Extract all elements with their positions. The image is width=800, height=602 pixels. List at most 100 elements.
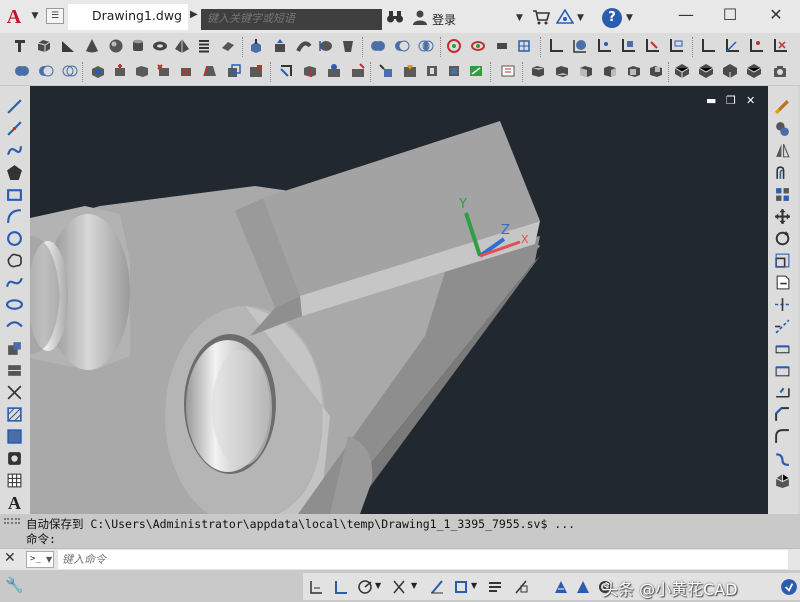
- file-tab-drawing1[interactable]: Drawing1.dwg: [68, 4, 188, 30]
- table-icon[interactable]: [6, 472, 23, 489]
- stretch-icon[interactable]: [774, 274, 791, 291]
- spline-icon[interactable]: [6, 274, 23, 291]
- intersect-small-icon[interactable]: [62, 63, 78, 79]
- extend-icon[interactable]: [774, 318, 791, 335]
- quick-access-customize-icon[interactable]: ☰: [46, 8, 64, 24]
- move-icon[interactable]: [774, 208, 791, 225]
- left-view-icon[interactable]: [578, 63, 594, 79]
- command-window-grip[interactable]: [4, 518, 20, 524]
- help-icon[interactable]: ?: [602, 8, 622, 28]
- break-at-point-icon[interactable]: [774, 340, 791, 357]
- copy-faces-icon[interactable]: [226, 63, 242, 79]
- revolve-icon[interactable]: [318, 38, 334, 54]
- box-icon[interactable]: [36, 38, 52, 54]
- connect-dropdown-icon[interactable]: ▼: [577, 9, 584, 27]
- user-icon[interactable]: [412, 9, 428, 30]
- isodraft-dropdown-icon[interactable]: ▼: [411, 581, 417, 590]
- imprint-icon[interactable]: [326, 63, 342, 79]
- scale-icon[interactable]: [774, 252, 791, 269]
- cylinder-icon[interactable]: [130, 38, 146, 54]
- sphere-icon[interactable]: [108, 38, 124, 54]
- arc-icon[interactable]: [6, 208, 23, 225]
- loft-icon[interactable]: [340, 38, 356, 54]
- osnap-dropdown-icon[interactable]: ▼: [471, 581, 477, 590]
- thicken-icon[interactable]: [494, 38, 510, 54]
- ucs-origin-icon[interactable]: [700, 38, 716, 54]
- region-icon[interactable]: [6, 450, 23, 467]
- annotation-visibility-icon[interactable]: [575, 579, 591, 595]
- interfere-icon[interactable]: [446, 38, 462, 54]
- ucs-world-icon[interactable]: [572, 38, 588, 54]
- revision-cloud-icon[interactable]: [6, 252, 23, 269]
- polyline-icon[interactable]: [6, 142, 23, 159]
- check-icon[interactable]: [424, 63, 440, 79]
- binoculars-icon[interactable]: [386, 9, 404, 30]
- login-dropdown-icon[interactable]: ▼: [516, 9, 523, 27]
- ucs-previous-icon[interactable]: [596, 38, 612, 54]
- offset-icon[interactable]: [774, 164, 791, 181]
- window-minimize-button[interactable]: —: [666, 4, 706, 26]
- clean-icon[interactable]: [350, 63, 366, 79]
- search-input[interactable]: [201, 9, 382, 30]
- viewport-restore-button[interactable]: ❐: [726, 94, 736, 107]
- array-icon[interactable]: [774, 186, 791, 203]
- object-snap-tracking-icon[interactable]: [429, 579, 445, 595]
- copy-edges-icon[interactable]: [278, 63, 294, 79]
- window-close-button[interactable]: ✕: [756, 4, 796, 26]
- sw-isometric-icon[interactable]: [674, 63, 690, 79]
- polygon-icon[interactable]: [6, 164, 23, 181]
- convert-to-solid-icon[interactable]: [516, 38, 532, 54]
- chamfer-icon[interactable]: [774, 406, 791, 423]
- ucs-zaxis-icon[interactable]: [724, 38, 740, 54]
- viewport-minimize-button[interactable]: ▬: [706, 94, 716, 107]
- planar-surface-icon[interactable]: [220, 38, 236, 54]
- solid-view-icon[interactable]: [468, 63, 484, 79]
- top-view-icon[interactable]: [530, 63, 546, 79]
- extrude-icon[interactable]: [248, 38, 264, 54]
- fillet-icon[interactable]: [774, 428, 791, 445]
- login-link[interactable]: 登录: [432, 11, 456, 28]
- blend-curves-icon[interactable]: [774, 450, 791, 467]
- ucs-3point-icon[interactable]: [748, 38, 764, 54]
- hatch-icon[interactable]: [6, 406, 23, 423]
- torus-icon[interactable]: [152, 38, 168, 54]
- color-edges-icon[interactable]: [302, 63, 318, 79]
- line-icon[interactable]: [6, 98, 23, 115]
- union-small-icon[interactable]: [14, 63, 30, 79]
- ne-isometric-icon[interactable]: [722, 63, 738, 79]
- rotate-faces-icon[interactable]: [178, 63, 194, 79]
- se-isometric-icon[interactable]: [698, 63, 714, 79]
- copy-icon[interactable]: [774, 120, 791, 137]
- window-maximize-button[interactable]: ☐: [710, 4, 750, 26]
- ucs-object-icon[interactable]: [644, 38, 660, 54]
- wedge-icon[interactable]: [60, 38, 76, 54]
- selection-cycling-icon[interactable]: [513, 579, 529, 595]
- gradient-icon[interactable]: [6, 428, 23, 445]
- mirror-icon[interactable]: [774, 142, 791, 159]
- solid-history-icon[interactable]: [446, 63, 462, 79]
- command-input[interactable]: [58, 550, 788, 569]
- trim-icon[interactable]: [774, 296, 791, 313]
- color-faces-icon[interactable]: [248, 63, 264, 79]
- join-icon[interactable]: [774, 384, 791, 401]
- insert-block-icon[interactable]: [6, 340, 23, 357]
- front-view-icon[interactable]: [626, 63, 642, 79]
- rectangle-icon[interactable]: [6, 186, 23, 203]
- back-view-icon[interactable]: [648, 63, 664, 79]
- polar-tracking-icon[interactable]: [357, 579, 373, 595]
- ellipse-icon[interactable]: [6, 296, 23, 313]
- infer-constraints-icon[interactable]: [308, 579, 324, 595]
- right-view-icon[interactable]: [602, 63, 618, 79]
- construction-line-icon[interactable]: [6, 120, 23, 137]
- ucs-view-icon[interactable]: [668, 38, 684, 54]
- a360-connect-icon[interactable]: [555, 8, 575, 30]
- help-dropdown-icon[interactable]: ▼: [626, 9, 633, 27]
- wrench-icon[interactable]: 🔧: [5, 576, 24, 594]
- viewport-close-button[interactable]: ✕: [746, 94, 755, 107]
- helix-icon[interactable]: [196, 38, 212, 54]
- application-menu-button[interactable]: A: [3, 6, 25, 28]
- separate-icon[interactable]: [378, 63, 394, 79]
- object-snap-icon[interactable]: [453, 579, 469, 595]
- point-icon[interactable]: [6, 384, 23, 401]
- rotate-icon[interactable]: [774, 230, 791, 247]
